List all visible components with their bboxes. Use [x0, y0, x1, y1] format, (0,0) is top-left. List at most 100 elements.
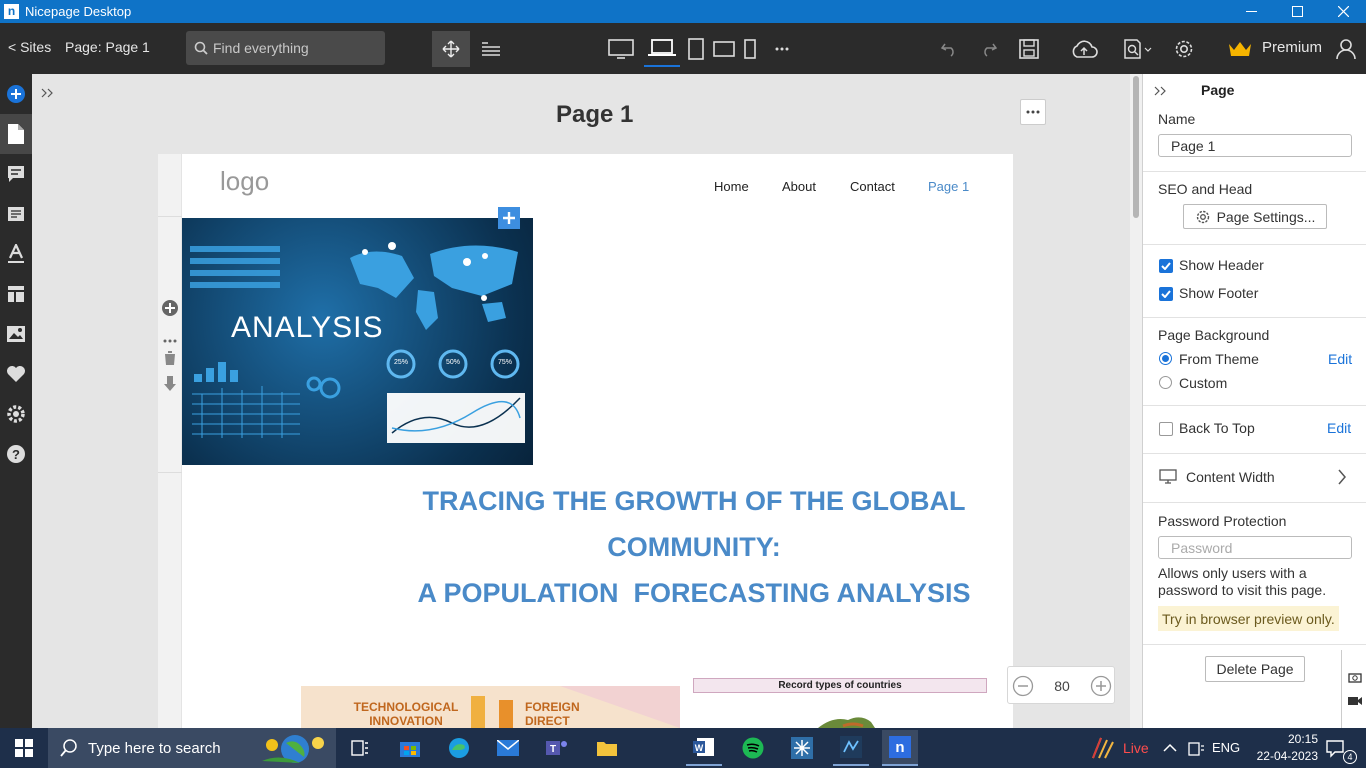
premium-crown-icon[interactable] [1226, 31, 1254, 67]
settings-gear-icon[interactable] [1170, 31, 1198, 67]
canvas-scrollbar[interactable] [1130, 74, 1142, 728]
undo-icon[interactable] [936, 31, 962, 67]
show-footer-label[interactable]: Show Footer [1179, 285, 1258, 301]
site-settings-gear-icon[interactable] [0, 394, 32, 434]
phone-view-icon[interactable] [740, 31, 760, 67]
typography-icon[interactable] [0, 234, 32, 274]
from-theme-radio[interactable] [1159, 352, 1172, 365]
mail-icon[interactable] [490, 730, 526, 766]
clock-date[interactable]: 22-04-2023 [1246, 749, 1318, 763]
help-icon[interactable]: ? [0, 434, 32, 474]
site-logo[interactable]: logo [220, 166, 269, 197]
nav-home[interactable]: Home [714, 179, 749, 194]
from-theme-label[interactable]: From Theme [1179, 351, 1259, 367]
comments-icon[interactable] [0, 154, 32, 194]
minimize-icon[interactable] [1228, 0, 1274, 23]
publish-cloud-icon[interactable] [1068, 31, 1100, 67]
close-icon[interactable] [1320, 0, 1366, 23]
edit-background-link[interactable]: Edit [1328, 351, 1352, 367]
tablet-landscape-view-icon[interactable] [710, 31, 738, 67]
edge-browser-icon[interactable] [441, 730, 477, 766]
expand-chevrons-icon[interactable] [40, 86, 56, 102]
edit-back-to-top-link[interactable]: Edit [1327, 420, 1351, 436]
password-field[interactable]: Password [1158, 536, 1352, 559]
nav-page-1[interactable]: Page 1 [928, 179, 969, 194]
custom-radio[interactable] [1159, 376, 1172, 389]
video-icon[interactable] [1347, 694, 1363, 706]
blocks-icon[interactable] [0, 194, 32, 234]
content-width-label[interactable]: Content Width [1186, 469, 1275, 485]
more-icon[interactable] [768, 31, 796, 67]
page-label[interactable]: Page: Page 1 [65, 39, 150, 55]
back-to-top-checkbox[interactable] [1159, 422, 1173, 436]
infographic-bar [499, 700, 513, 728]
delete-page-button[interactable]: Delete Page [1205, 656, 1305, 682]
spotify-icon[interactable] [735, 730, 771, 766]
page-background-label: Page Background [1158, 327, 1270, 343]
microsoft-store-icon[interactable] [392, 730, 428, 766]
teams-icon[interactable]: T [539, 730, 575, 766]
laptop-view-icon[interactable] [644, 31, 680, 67]
name-label: Name [1158, 111, 1196, 127]
images-icon[interactable] [0, 314, 32, 354]
battery-icon[interactable] [1178, 730, 1214, 766]
windows-taskbar: Type here to search T W n Live ENG 20:15… [0, 728, 1366, 768]
custom-label[interactable]: Custom [1179, 375, 1227, 391]
nicepage-taskbar-icon[interactable]: n [882, 730, 918, 766]
premium-link[interactable]: Premium [1262, 39, 1322, 56]
record-types-chart-image[interactable]: Record types of countries [693, 678, 987, 728]
page-settings-button[interactable]: Page Settings... [1183, 204, 1327, 229]
add-section-icon[interactable] [161, 299, 179, 317]
save-icon[interactable] [1016, 31, 1042, 67]
show-header-checkbox[interactable] [1159, 259, 1173, 273]
tablet-view-icon[interactable] [684, 31, 708, 67]
pages-icon[interactable] [0, 114, 32, 154]
password-protection-label: Password Protection [1158, 513, 1287, 529]
user-account-icon[interactable] [1332, 31, 1360, 67]
clock-time[interactable]: 20:15 [1260, 732, 1318, 746]
zoom-out-icon[interactable] [1012, 675, 1034, 697]
move-section-down-icon[interactable] [164, 376, 176, 392]
divider [1143, 171, 1366, 172]
word-icon[interactable]: W [686, 730, 722, 766]
nav-contact[interactable]: Contact [850, 179, 895, 194]
layers-icon[interactable] [478, 31, 504, 67]
taskbar-search-box[interactable]: Type here to search [48, 728, 336, 768]
title-bar: n Nicepage Desktop [0, 0, 1366, 23]
show-footer-checkbox[interactable] [1159, 287, 1173, 301]
section-more-icon[interactable] [163, 330, 177, 343]
windows-start-icon[interactable] [6, 730, 42, 766]
show-header-label[interactable]: Show Header [1179, 257, 1264, 273]
page-name-field[interactable]: Page 1 [1158, 134, 1352, 157]
infographic-image[interactable]: TECHNOLOGICAL INNOVATION FOREIGN DIRECT … [301, 686, 680, 728]
task-view-icon[interactable] [342, 730, 378, 766]
preview-icon[interactable] [1120, 31, 1156, 67]
sites-link[interactable]: < Sites [8, 39, 51, 55]
chevron-right-icon[interactable] [1337, 469, 1351, 485]
favorites-heart-icon[interactable] [0, 354, 32, 394]
zoom-value[interactable]: 80 [1046, 678, 1078, 694]
maximize-icon[interactable] [1274, 0, 1320, 23]
scrollbar-thumb[interactable] [1133, 76, 1139, 218]
add-block-plus-icon[interactable] [498, 207, 520, 229]
collapse-panel-icon[interactable] [1153, 84, 1169, 100]
language-indicator[interactable]: ENG [1212, 740, 1240, 755]
delete-section-icon[interactable] [164, 351, 176, 367]
page-heading[interactable]: TRACING THE GROWTH OF THE GLOBAL COMMUNI… [398, 478, 990, 616]
camera-icon[interactable] [1348, 670, 1362, 683]
nav-about[interactable]: About [782, 179, 816, 194]
donut-label-25: 25% [393, 359, 408, 366]
desktop-view-icon[interactable] [606, 31, 636, 67]
snowflake-app-icon[interactable] [784, 730, 820, 766]
zoom-in-icon[interactable] [1090, 675, 1112, 697]
add-element-icon[interactable] [0, 74, 32, 114]
analysis-hero-image[interactable]: ANALYSIS 25% 50% 75% [182, 218, 533, 465]
page-options-button[interactable] [1020, 99, 1046, 125]
back-to-top-label[interactable]: Back To Top [1179, 420, 1255, 436]
file-explorer-icon[interactable] [589, 730, 625, 766]
layout-icon[interactable] [0, 274, 32, 314]
move-tool-icon[interactable] [432, 31, 470, 67]
mysql-workbench-icon[interactable] [833, 730, 869, 766]
redo-icon[interactable] [976, 31, 1002, 67]
find-everything-search[interactable]: Find everything [186, 31, 385, 65]
